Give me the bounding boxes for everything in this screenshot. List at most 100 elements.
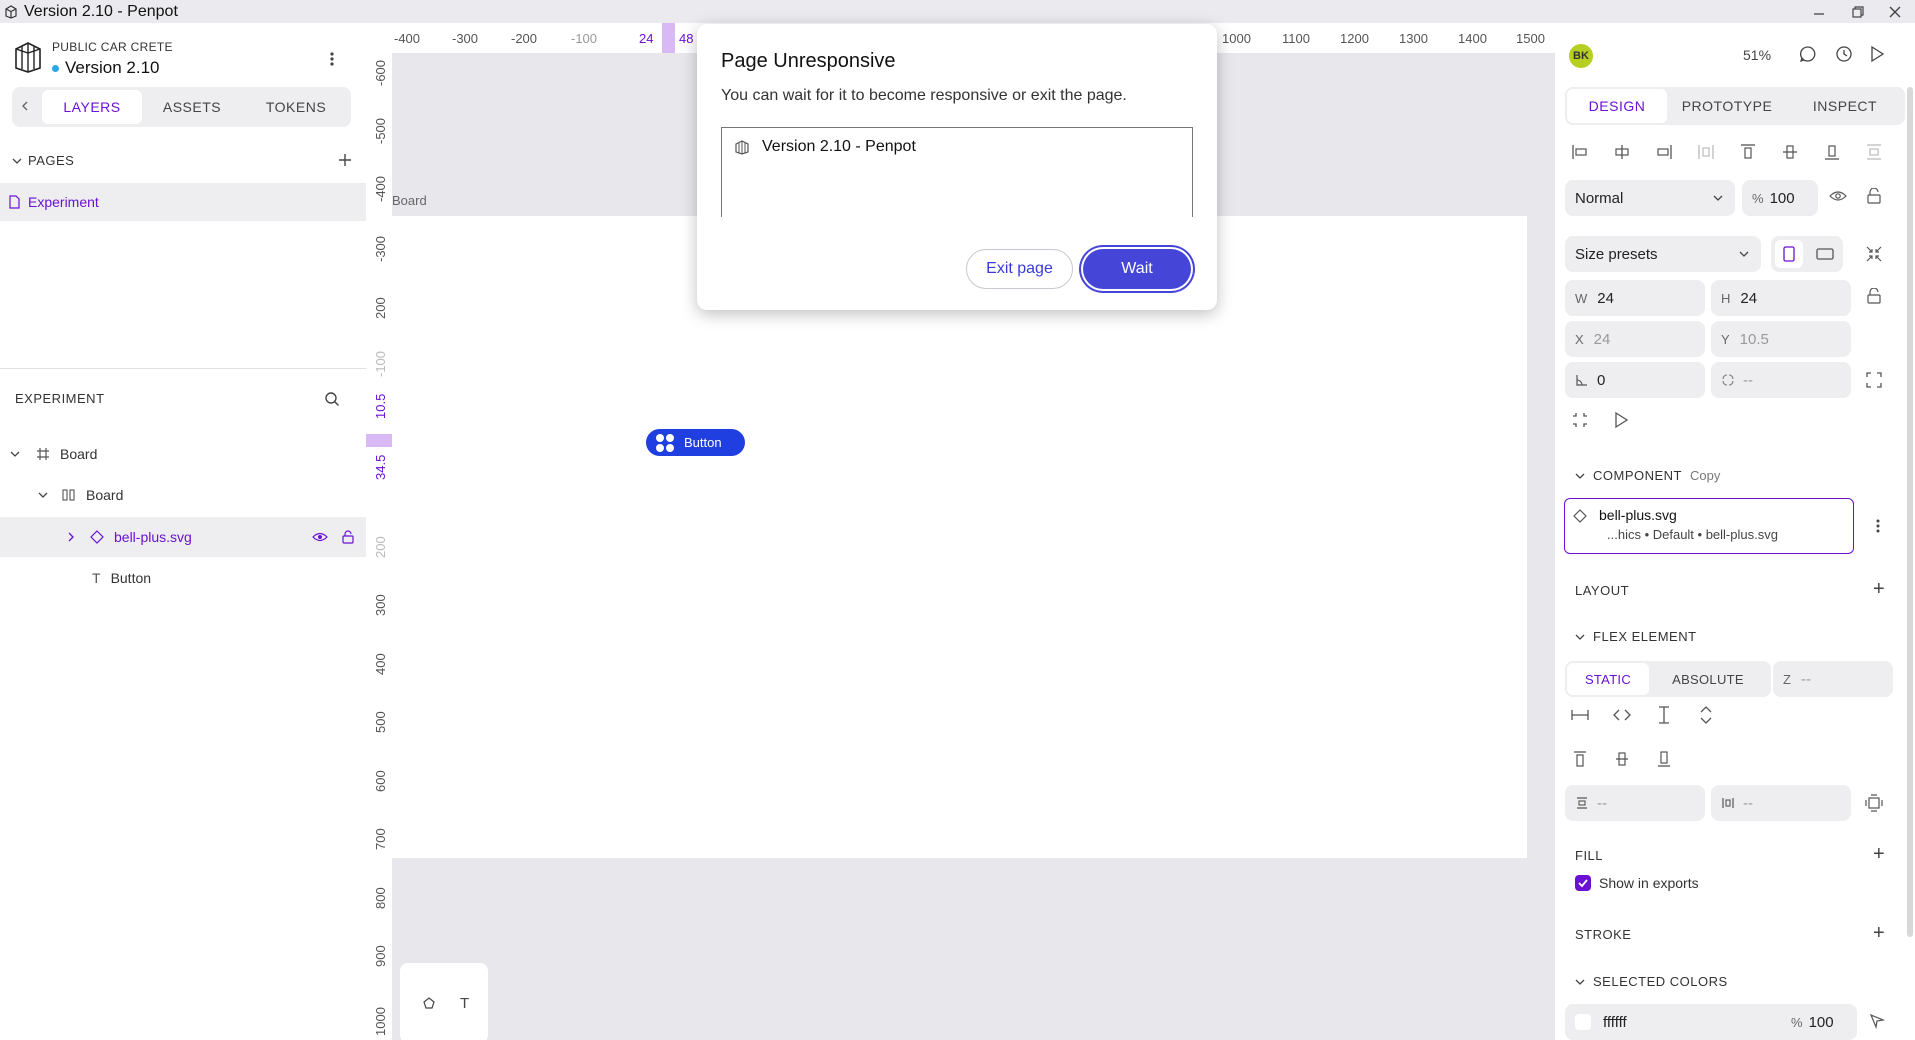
z-index-field[interactable]: Z --	[1773, 661, 1893, 697]
search-icon[interactable]	[324, 391, 340, 407]
portrait-icon[interactable]	[1775, 240, 1803, 268]
width-label: W	[1575, 290, 1588, 306]
chevron-right-icon[interactable]	[66, 532, 76, 542]
kebab-menu-icon[interactable]	[326, 50, 338, 68]
board-label[interactable]: Board	[392, 193, 427, 208]
panel-scrollbar[interactable]	[1907, 87, 1913, 937]
radius-field[interactable]: --	[1711, 362, 1851, 398]
layer-board-child[interactable]: Board	[0, 475, 366, 515]
orientation-toggle	[1771, 236, 1843, 272]
collapse-sidebar-icon[interactable]	[20, 99, 30, 113]
exit-page-button[interactable]: Exit page	[966, 249, 1073, 289]
ellipse-tool-icon[interactable]	[422, 996, 436, 1010]
fit-content-icon[interactable]	[1865, 245, 1883, 263]
align-self-center-icon[interactable]	[1615, 750, 1629, 768]
tab-prototype[interactable]: PROTOTYPE	[1667, 89, 1787, 123]
horizontal-margin-field[interactable]: --	[1711, 785, 1851, 821]
chevron-down-icon[interactable]	[10, 449, 20, 459]
rotation-field[interactable]: 0	[1565, 362, 1705, 398]
penpot-logo-icon[interactable]	[13, 39, 43, 73]
check-icon	[1578, 879, 1588, 888]
show-in-exports-checkbox[interactable]	[1575, 875, 1591, 891]
color-hex-field[interactable]: ffffff	[1565, 1004, 1787, 1040]
size-presets-select[interactable]: Size presets	[1565, 236, 1761, 272]
avatar[interactable]: BK	[1569, 44, 1593, 68]
add-layout-icon[interactable]: +	[1873, 578, 1885, 601]
wait-button[interactable]: Wait	[1083, 249, 1191, 289]
unlock-icon[interactable]	[1867, 188, 1881, 204]
fix-width-icon[interactable]	[1571, 708, 1589, 722]
opacity-field[interactable]: % 100	[1742, 180, 1818, 216]
distribute-v-icon[interactable]	[1865, 143, 1883, 161]
minimize-icon[interactable]	[1807, 2, 1831, 22]
color-swatch[interactable]	[1575, 1014, 1591, 1030]
clip-content-icon[interactable]	[1571, 411, 1589, 429]
align-top-icon[interactable]	[1739, 143, 1757, 161]
fix-height-icon[interactable]	[1657, 706, 1671, 724]
align-v-center-icon[interactable]	[1781, 143, 1799, 161]
file-name[interactable]: Version 2.10	[52, 58, 160, 78]
zoom-level[interactable]: 51%	[1743, 47, 1771, 63]
eyedropper-icon[interactable]	[1869, 1013, 1885, 1029]
component-icon	[90, 530, 104, 544]
color-opacity-field[interactable]: % 100	[1781, 1004, 1857, 1040]
component-menu-icon[interactable]	[1873, 517, 1883, 535]
align-left-icon[interactable]	[1571, 143, 1589, 161]
eye-icon[interactable]	[312, 531, 328, 543]
add-fill-icon[interactable]: +	[1873, 843, 1885, 866]
page-item-experiment[interactable]: Experiment	[0, 183, 366, 221]
blend-mode-select[interactable]: Normal	[1565, 180, 1735, 216]
independent-corners-icon[interactable]	[1865, 371, 1883, 389]
height-field[interactable]: H 24	[1711, 280, 1851, 316]
unlock-icon[interactable]	[342, 530, 354, 544]
comments-icon[interactable]	[1799, 45, 1817, 63]
tab-layers[interactable]: LAYERS	[42, 90, 142, 124]
fill-height-icon[interactable]	[1699, 706, 1713, 724]
tab-design[interactable]: DESIGN	[1567, 89, 1667, 123]
margin-options-icon[interactable]	[1865, 794, 1883, 812]
history-icon[interactable]	[1835, 45, 1853, 63]
layer-board-root[interactable]: Board	[0, 434, 366, 474]
add-stroke-icon[interactable]: +	[1873, 922, 1885, 945]
tab-inspect[interactable]: INSPECT	[1787, 89, 1903, 123]
layer-label: Button	[110, 570, 152, 586]
distribute-h-icon[interactable]	[1697, 143, 1715, 161]
layer-bell-plus[interactable]: bell-plus.svg	[0, 517, 366, 557]
tab-assets[interactable]: ASSETS	[142, 90, 242, 124]
close-icon[interactable]	[1883, 2, 1907, 22]
align-right-icon[interactable]	[1655, 143, 1673, 161]
component-section-header[interactable]: COMPONENT Copy	[1575, 468, 1720, 483]
width-field[interactable]: W 24	[1565, 280, 1705, 316]
x-position-field[interactable]: X 24	[1565, 321, 1705, 357]
layer-label: Board	[86, 487, 124, 503]
layer-button-text[interactable]: T Button	[0, 558, 366, 598]
absolute-option[interactable]: ABSOLUTE	[1649, 663, 1767, 695]
canvas-button-element[interactable]: Button	[646, 429, 745, 456]
ruler-tick: 500	[373, 711, 388, 733]
selected-colors-section-header[interactable]: SELECTED COLORS	[1575, 974, 1728, 989]
board-frame[interactable]	[392, 216, 1527, 858]
play-icon[interactable]	[1869, 45, 1885, 63]
text-tool-icon[interactable]: T	[460, 995, 469, 1012]
vertical-margin-field[interactable]: --	[1565, 785, 1705, 821]
eye-icon[interactable]	[1829, 189, 1847, 203]
fill-width-icon[interactable]	[1613, 708, 1631, 722]
align-self-start-icon[interactable]	[1573, 750, 1587, 768]
static-option[interactable]: STATIC	[1567, 663, 1649, 695]
add-page-icon[interactable]	[338, 153, 352, 167]
component-card[interactable]: bell-plus.svg ...hics • Default • bell-p…	[1564, 498, 1854, 554]
flex-element-section-header[interactable]: FLEX ELEMENT	[1575, 629, 1697, 644]
pages-header[interactable]: PAGES	[12, 153, 74, 168]
proportion-lock-icon[interactable]	[1867, 288, 1881, 304]
restore-icon[interactable]	[1846, 2, 1870, 22]
y-position-field[interactable]: Y 10.5	[1711, 321, 1851, 357]
align-bottom-icon[interactable]	[1823, 143, 1841, 161]
chevron-down-icon[interactable]	[38, 490, 48, 500]
layout-section-header: LAYOUT	[1575, 583, 1629, 598]
landscape-icon[interactable]	[1811, 240, 1839, 268]
align-self-end-icon[interactable]	[1657, 750, 1671, 768]
show-in-view-mode-icon[interactable]	[1613, 411, 1629, 429]
tab-tokens[interactable]: TOKENS	[242, 90, 350, 124]
align-h-center-icon[interactable]	[1613, 143, 1631, 161]
vertical-margin-icon	[1577, 797, 1587, 809]
